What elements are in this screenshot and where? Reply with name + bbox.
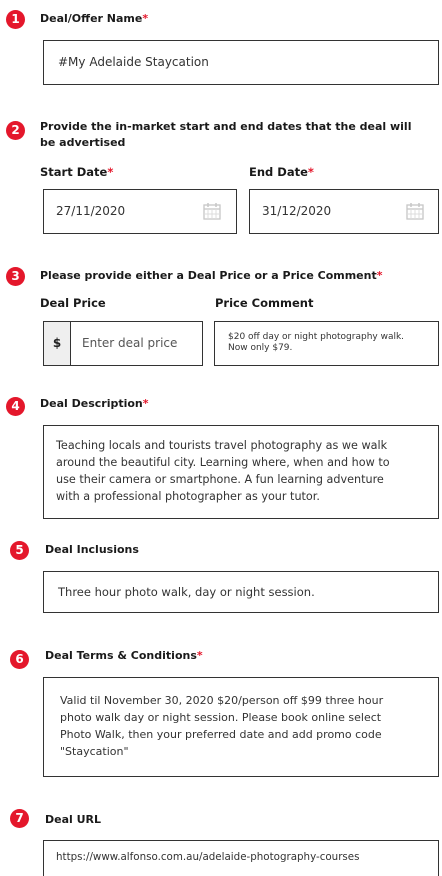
calendar-icon[interactable] — [405, 201, 425, 221]
deal-price-placeholder: Enter deal price — [82, 336, 178, 350]
required-marker: * — [142, 12, 149, 25]
step-number-2: 2 — [6, 121, 25, 140]
comment-line: Now only $79. — [228, 343, 293, 353]
end-date-input[interactable]: 31/12/2020 — [249, 189, 439, 234]
start-date-value: 27/11/2020 — [56, 204, 126, 218]
text-line: "Staycation" — [60, 745, 129, 758]
start-date-label: Start Date* — [40, 165, 113, 179]
dates-heading: Provide the in-market start and end date… — [40, 119, 435, 151]
heading-text: Please provide either a Deal Price or a … — [40, 269, 377, 282]
deal-name-value: #My Adelaide Staycation — [58, 55, 209, 69]
description-text: Teaching locals and tourists travel phot… — [56, 437, 390, 505]
text-line: around the beautiful city. Learning wher… — [56, 456, 390, 469]
start-date-input[interactable]: 27/11/2020 — [43, 189, 237, 234]
text-line: use their camera or smartphone. A fun le… — [56, 473, 384, 486]
deal-name-input[interactable]: #My Adelaide Staycation — [43, 40, 439, 85]
terms-text: Valid til November 30, 2020 $20/person o… — [60, 692, 383, 760]
price-comment-label: Price Comment — [215, 296, 314, 310]
deal-price-input[interactable]: Enter deal price — [70, 321, 203, 366]
price-comment-value: $20 off day or night photography walk. N… — [228, 332, 404, 354]
step-number-4: 4 — [6, 397, 25, 416]
required-marker: * — [142, 397, 149, 410]
required-marker: * — [307, 165, 314, 179]
terms-textarea[interactable]: Valid til November 30, 2020 $20/person o… — [43, 677, 439, 777]
required-marker: * — [196, 649, 203, 662]
text-line: Valid til November 30, 2020 $20/person o… — [60, 694, 384, 707]
heading-text: Deal/Offer Name — [40, 12, 143, 25]
deal-price-label: Deal Price — [40, 296, 106, 310]
text-line: Teaching locals and tourists travel phot… — [56, 439, 388, 452]
heading-text: Deal Terms & Conditions — [45, 649, 197, 662]
label-text: End Date — [249, 165, 308, 179]
end-date-value: 31/12/2020 — [262, 204, 332, 218]
description-textarea[interactable]: Teaching locals and tourists travel phot… — [43, 425, 439, 519]
currency-prefix: $ — [43, 321, 70, 366]
url-input[interactable]: https://www.alfonso.com.au/adelaide-phot… — [43, 840, 439, 876]
heading-line: Provide the in-market start and end date… — [40, 120, 412, 133]
inclusions-heading: Deal Inclusions — [45, 543, 139, 556]
deal-name-heading: Deal/Offer Name* — [40, 11, 148, 27]
url-heading: Deal URL — [45, 813, 102, 826]
terms-heading: Deal Terms & Conditions* — [45, 648, 203, 664]
step-number-6: 6 — [10, 650, 29, 669]
step-number-7: 7 — [10, 809, 29, 828]
inclusions-value: Three hour photo walk, day or night sess… — [58, 585, 315, 599]
step-number-5: 5 — [10, 541, 29, 560]
price-comment-input[interactable]: $20 off day or night photography walk. N… — [214, 321, 439, 366]
text-line: Photo Walk, then your preferred date and… — [60, 728, 382, 741]
inclusions-input[interactable]: Three hour photo walk, day or night sess… — [43, 571, 439, 613]
label-text: Start Date — [40, 165, 108, 179]
required-marker: * — [376, 269, 383, 282]
description-heading: Deal Description* — [40, 396, 149, 412]
calendar-icon[interactable] — [202, 201, 222, 221]
required-marker: * — [107, 165, 114, 179]
heading-line: be advertised — [40, 136, 126, 149]
step-number-3: 3 — [6, 267, 25, 286]
comment-line: $20 off day or night photography walk. — [228, 332, 405, 342]
url-value: https://www.alfonso.com.au/adelaide-phot… — [56, 851, 360, 863]
text-line: photo walk day or night session. Please … — [60, 711, 382, 724]
end-date-label: End Date* — [249, 165, 314, 179]
price-heading: Please provide either a Deal Price or a … — [40, 268, 383, 284]
heading-text: Deal Description — [40, 397, 143, 410]
step-number-1: 1 — [6, 10, 25, 29]
text-line: with a professional photographer as your… — [56, 490, 320, 503]
